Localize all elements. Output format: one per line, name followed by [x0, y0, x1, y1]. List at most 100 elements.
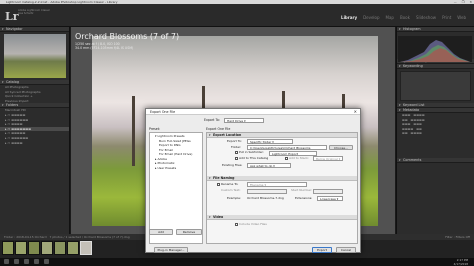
filter-label: Filter :	[445, 235, 455, 239]
settings-header: Export One File	[206, 127, 231, 131]
close-icon[interactable]: ✕	[354, 109, 357, 115]
example-label: Example:	[227, 196, 242, 200]
rename-label: Rename To:	[221, 182, 239, 186]
add-preset-button[interactable]: Add	[149, 229, 173, 235]
filmstrip-info: 7 photos / 1 selected / Orchard Blossoms…	[49, 235, 130, 239]
preset-list: ▾ Lightroom Presets Burn Full-Sized JPEG…	[149, 132, 203, 244]
metadata-row: ▬▬ ▬▬▬▬	[402, 131, 422, 136]
rename-template-value: Filename	[250, 183, 264, 187]
location-export-to-select[interactable]: Specific folder ▾	[247, 139, 293, 144]
filmstrip-thumbnail[interactable]	[41, 241, 53, 255]
add-to-stack-label: Add to Stack:	[289, 156, 310, 160]
export-to-label: Export To:	[204, 118, 220, 122]
start-icon[interactable]	[4, 259, 9, 264]
module-library[interactable]: Library	[341, 15, 357, 20]
filmstrip-thumbnails	[2, 241, 92, 255]
folder-item[interactable]: ▸ ▭ ▬▬▬▬	[0, 141, 69, 146]
module-slideshow[interactable]: Slideshow	[416, 15, 436, 20]
export-to-value: Hard Drive	[227, 119, 244, 123]
filter-value[interactable]: Filters Off	[456, 235, 470, 239]
identity-plate: Adobe Lightroom Classic Lisa Schultz	[18, 9, 50, 15]
module-picker: Library Develop Map Book Slideshow Print…	[341, 15, 466, 20]
catalog-header[interactable]: Catalog	[0, 80, 69, 85]
navigator-preview[interactable]	[4, 34, 66, 78]
explorer-icon[interactable]	[24, 259, 29, 264]
taskbar-clock: 2:17 PM 4/17/2018	[454, 258, 468, 266]
section-title: Video	[213, 215, 224, 219]
include-video-option[interactable]: Include Video Files	[235, 222, 267, 227]
export-button[interactable]: Export	[312, 247, 332, 253]
filmstrip-source[interactable]: Folder : 2018-04-15 Orchard	[4, 235, 47, 239]
custom-text-label: Custom Text:	[221, 188, 241, 192]
include-video-checkbox[interactable]	[235, 222, 238, 226]
filmstrip-thumbnail[interactable]	[15, 241, 27, 255]
lens-info: 34.0 mm (EF24-105mm f/4L IS USM)	[75, 46, 134, 50]
extensions-select[interactable]: Lowercase ▾	[317, 196, 343, 201]
export-to-row: Export To:	[204, 118, 220, 123]
rename-template-select[interactable]: Filename ▾	[247, 182, 307, 187]
add-to-stack-option[interactable]: Add to Stack:	[285, 156, 309, 161]
export-settings-panel: Export Location Export To: Specific fold…	[206, 132, 358, 244]
keywording-header[interactable]: Keywording	[397, 64, 474, 69]
remove-preset-button[interactable]: Remove	[176, 229, 202, 235]
extensions-label: Extensions:	[295, 196, 313, 200]
photo-info-title: Orchard Blossoms (7 of 7)	[75, 32, 180, 41]
filmstrip-thumbnail[interactable]	[28, 241, 40, 255]
user-name: Lisa Schultz	[18, 12, 34, 15]
dialog-title: Export One File	[146, 109, 360, 115]
keyword-tags-field[interactable]	[400, 71, 471, 101]
metadata-header[interactable]: Metadata	[397, 108, 474, 113]
module-web[interactable]: Web	[457, 15, 466, 20]
add-to-stack-checkbox[interactable]	[285, 156, 288, 160]
choose-folder-button[interactable]: Choose...	[329, 145, 353, 150]
filmstrip-thumbnail[interactable]	[2, 241, 14, 255]
module-book[interactable]: Book	[400, 15, 410, 20]
existing-files-label: Existing Files:	[222, 163, 243, 167]
rename-checkbox[interactable]	[217, 182, 220, 186]
custom-text-input[interactable]	[247, 189, 287, 194]
filmstrip-thumbnail[interactable]	[80, 241, 92, 255]
rename-option[interactable]: Rename To:	[217, 182, 238, 187]
subfolder-option[interactable]: Put in Subfolder:	[235, 150, 264, 155]
preset-group-user[interactable]: ▸ User Presets	[150, 166, 202, 171]
add-to-catalog-checkbox[interactable]	[235, 156, 238, 160]
section-title: Export Location	[213, 133, 242, 137]
left-panel: Navigator Catalog All Photographs All Sy…	[0, 27, 70, 234]
search-icon[interactable]	[14, 259, 19, 264]
subfolder-label: Put in Subfolder:	[239, 150, 264, 154]
section-title: File Naming	[213, 176, 235, 180]
histogram-header[interactable]: Histogram	[397, 27, 474, 32]
filmstrip-thumbnail[interactable]	[54, 241, 66, 255]
add-to-catalog-label: Add to This Catalog	[239, 156, 269, 160]
tree-trunk	[132, 96, 135, 166]
export-location-body: Export To: Specific folder ▾ Folder: C:\…	[207, 138, 357, 176]
module-develop[interactable]: Develop	[363, 15, 379, 20]
histogram-chart[interactable]	[398, 36, 472, 62]
stack-position-select[interactable]: Below Original ▾	[313, 156, 343, 161]
module-map[interactable]: Map	[386, 15, 394, 20]
existing-files-select[interactable]: Ask what to do ▾	[247, 163, 291, 168]
taskbar	[0, 258, 474, 266]
lightroom-logo: Lr	[5, 10, 19, 23]
stack-position-value: Below Original	[316, 157, 338, 161]
comments-header[interactable]: Comments	[397, 157, 474, 163]
subfolder-checkbox[interactable]	[235, 150, 238, 154]
browser-icon[interactable]	[34, 259, 39, 264]
add-to-catalog-option[interactable]: Add to This Catalog	[235, 156, 268, 161]
location-export-to-label: Export To:	[227, 139, 242, 143]
navigator-header[interactable]: Navigator	[0, 27, 69, 32]
example-value: Orchard Blossoms-7.dng	[247, 196, 284, 200]
plugin-manager-button[interactable]: Plug-in Manager...	[154, 247, 188, 253]
export-to-select[interactable]: Hard Drive ▾	[224, 118, 264, 123]
lightroom-icon[interactable]	[44, 259, 49, 264]
include-video-label: Include Video Files	[239, 222, 267, 226]
video-body: Include Video Files	[207, 220, 357, 232]
preset-label: Preset:	[149, 127, 161, 131]
existing-files-value: Ask what to do	[250, 164, 273, 168]
module-print[interactable]: Print	[442, 15, 451, 20]
filmstrip-thumbnail[interactable]	[67, 241, 79, 255]
filter-control[interactable]: Filter : Filters Off	[445, 234, 470, 240]
start-number-input[interactable]	[313, 189, 343, 194]
folders-header[interactable]: Folders	[0, 103, 69, 109]
cancel-button[interactable]: Cancel	[336, 247, 356, 253]
